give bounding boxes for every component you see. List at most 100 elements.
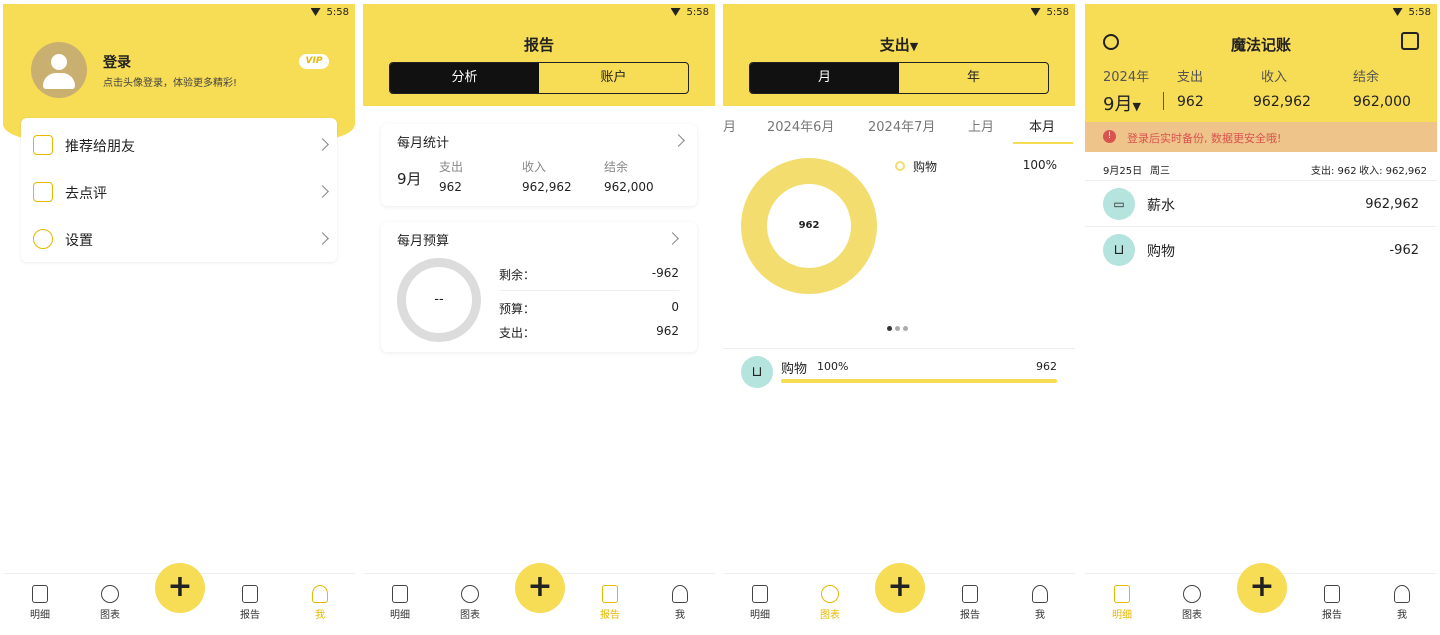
month-selector[interactable]: 9月▼: [1103, 90, 1141, 116]
divider: [723, 348, 1075, 349]
budget-value: -962: [651, 266, 679, 280]
menu-item-review[interactable]: 去点评: [21, 169, 337, 215]
type-dropdown[interactable]: 支出▼: [723, 34, 1075, 55]
tab-wo[interactable]: 我: [295, 585, 345, 621]
card-title: 每月统计: [397, 136, 450, 151]
add-button[interactable]: +: [875, 563, 925, 613]
caret-down-icon: ▼: [1132, 100, 1141, 113]
login-title[interactable]: 登录: [103, 52, 131, 72]
monthly-budget-card[interactable]: 每月预算 -- 剩余： -962 预算： 0 支出： 962: [381, 222, 697, 352]
tab-baogao[interactable]: 报告: [225, 585, 275, 621]
category-progress-track: [781, 379, 1057, 383]
monthly-stats-card[interactable]: 每月统计 9月 支出 收入 结余 962 962,962 962,000: [381, 124, 697, 206]
tab-baogao[interactable]: 报告: [585, 585, 635, 621]
status-bar: 5:58: [363, 4, 715, 22]
add-button[interactable]: +: [155, 563, 205, 613]
status-bar: 5:58: [3, 4, 355, 22]
tab-analysis[interactable]: 分析: [390, 63, 539, 93]
category-row-name[interactable]: 购物: [781, 358, 807, 377]
stats-label: 结余: [604, 160, 629, 174]
page-dot: [895, 326, 900, 331]
legend-swatch: [895, 161, 905, 171]
period-tab[interactable]: 2024年7月: [868, 116, 935, 135]
divider: [499, 290, 679, 291]
tab-wo[interactable]: 我: [1377, 585, 1427, 621]
page-title: 支出: [879, 36, 910, 54]
tab-tubiao[interactable]: 图表: [805, 585, 855, 621]
list-icon: [1114, 585, 1130, 603]
wifi-icon: [1030, 8, 1041, 16]
record-amount: 962,962: [1365, 197, 1419, 212]
tab-label: 我: [1397, 610, 1407, 621]
budget-value: 962: [656, 324, 679, 338]
tab-label: 报告: [960, 610, 980, 621]
chevron-right-icon: [672, 134, 685, 147]
analysis-account-toggle: 分析 账户: [389, 62, 689, 94]
user-icon: [1394, 585, 1410, 603]
pie-chart-icon: [1183, 585, 1201, 603]
tab-mingxi[interactable]: 明细: [375, 585, 425, 621]
report-icon: [242, 585, 258, 603]
tab-mingxi[interactable]: 明细: [1097, 585, 1147, 621]
wifi-icon: [310, 8, 321, 16]
tab-year[interactable]: 年: [899, 63, 1048, 93]
login-notice-bar[interactable]: ! 登录后实时备份, 数据更安全哦!: [1085, 122, 1437, 152]
record-row[interactable]: ⊔ 购物 -962: [1085, 228, 1437, 272]
tab-baogao[interactable]: 报告: [945, 585, 995, 621]
status-time: 5:58: [1046, 7, 1069, 18]
chevron-right-icon: [666, 232, 679, 245]
add-button[interactable]: +: [1237, 563, 1287, 613]
tab-baogao[interactable]: 报告: [1307, 585, 1357, 621]
cart-icon: ⊔: [1103, 234, 1135, 266]
tab-wo[interactable]: 我: [1015, 585, 1065, 621]
report-icon: [962, 585, 978, 603]
month-year-toggle: 月 年: [749, 62, 1049, 94]
menu-item-label: 去点评: [65, 186, 107, 202]
budget-label: 预算：: [499, 302, 536, 316]
page-title: 魔法记账: [1230, 36, 1291, 54]
cart-icon: ⊔: [741, 356, 773, 388]
tab-account[interactable]: 账户: [539, 63, 688, 93]
divider: [1085, 226, 1437, 227]
stats-value: 962,962: [522, 180, 572, 194]
status-bar: 5:58: [723, 4, 1075, 22]
year-label: 2024年: [1103, 70, 1150, 85]
tab-wo[interactable]: 我: [655, 585, 705, 621]
tab-label: 图表: [460, 610, 480, 621]
record-amount: -962: [1389, 243, 1419, 258]
period-tab[interactable]: 月: [723, 116, 736, 135]
calendar-icon[interactable]: [1401, 32, 1419, 50]
add-button[interactable]: +: [515, 563, 565, 613]
pie-chart-icon: [461, 585, 479, 603]
tab-label: 明细: [750, 610, 770, 621]
tab-label: 图表: [1182, 610, 1202, 621]
chart-screen: 5:58 支出▼ 月 年 月 2024年6月 2024年7月 上月 本月 962…: [723, 4, 1075, 631]
menu-item-recommend[interactable]: 推荐给朋友: [21, 122, 337, 168]
tab-mingxi[interactable]: 明细: [15, 585, 65, 621]
month-value: 9月: [1103, 94, 1133, 115]
budget-label: 支出：: [499, 326, 536, 340]
period-tab-active[interactable]: 本月: [1029, 116, 1055, 135]
wallet-icon: ▭: [1103, 188, 1135, 220]
tab-label: 图表: [100, 610, 120, 621]
period-tab[interactable]: 2024年6月: [767, 116, 834, 135]
summary-label: 支出: [1177, 70, 1204, 85]
day-date: 9月25日: [1103, 166, 1143, 177]
tab-tubiao[interactable]: 图表: [1167, 585, 1217, 621]
tab-mingxi[interactable]: 明细: [735, 585, 785, 621]
tab-month[interactable]: 月: [750, 63, 899, 93]
warning-icon: !: [1103, 130, 1116, 143]
period-tab[interactable]: 上月: [968, 116, 994, 135]
menu-item-label: 设置: [65, 233, 93, 249]
menu-item-settings[interactable]: 设置: [21, 216, 337, 262]
vip-badge[interactable]: VIP: [299, 54, 329, 69]
tab-label: 明细: [30, 610, 50, 621]
category-row-pct: 100%: [817, 360, 849, 373]
page-dot: [903, 326, 908, 331]
avatar[interactable]: [31, 42, 87, 98]
card-title: 每月预算: [397, 234, 450, 249]
wifi-icon: [1392, 8, 1403, 16]
record-row[interactable]: ▭ 薪水 962,962: [1085, 182, 1437, 226]
tab-tubiao[interactable]: 图表: [445, 585, 495, 621]
tab-tubiao[interactable]: 图表: [85, 585, 135, 621]
